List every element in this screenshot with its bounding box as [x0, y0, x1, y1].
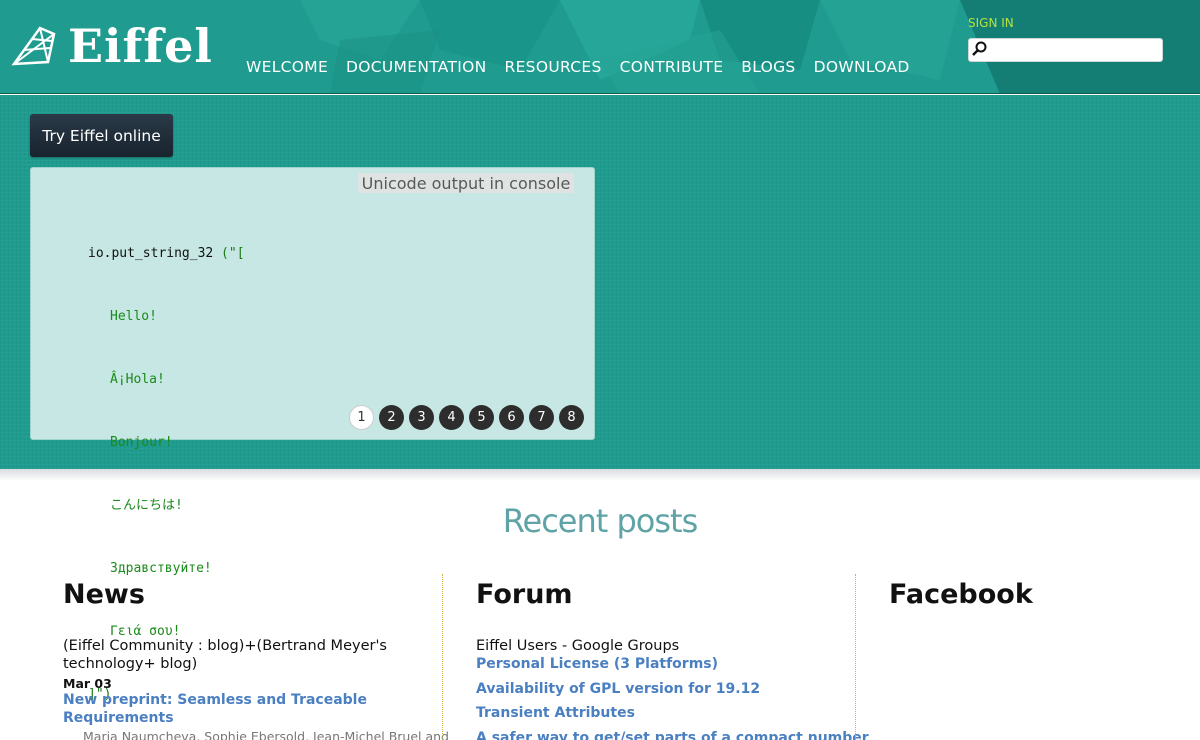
pager-button[interactable]: 3	[409, 405, 434, 430]
news-source: (Eiffel Community : blog)+(Bertrand Meye…	[63, 638, 387, 672]
logo-text: Eiffel	[68, 19, 213, 73]
search-box	[968, 38, 1163, 62]
pager-button[interactable]: 4	[439, 405, 464, 430]
pager-button[interactable]: 7	[529, 405, 554, 430]
news-date: Mar 03	[63, 676, 112, 691]
forum-post-link[interactable]: A safer way to get/set parts of a compac…	[476, 729, 869, 740]
column-divider	[855, 574, 856, 740]
hero-section: Try Eiffel online Unicode output in cons…	[0, 95, 1200, 702]
pager-button[interactable]: 6	[499, 405, 524, 430]
column-divider	[442, 574, 443, 740]
forum-column: Forum Eiffel Users - Google Groups Perso…	[476, 578, 869, 740]
eiffel-logo-icon	[11, 26, 56, 66]
nav-resources[interactable]: RESOURCES	[505, 57, 602, 77]
code-method: put_string_32	[111, 246, 214, 261]
pager-button[interactable]: 5	[469, 405, 494, 430]
search-icon	[972, 41, 987, 56]
forum-post-link[interactable]: Availability of GPL version for 19.12	[476, 680, 851, 698]
facebook-heading: Facebook	[889, 579, 1033, 610]
nav-blogs[interactable]: BLOGS	[741, 57, 795, 77]
slide-pager: 1 2 3 4 5 6 7 8	[349, 405, 584, 430]
nav-welcome[interactable]: WELCOME	[246, 57, 328, 77]
code-line: Â¡Hola!	[110, 372, 165, 387]
pager-button[interactable]: 2	[379, 405, 404, 430]
pager-button[interactable]: 8	[559, 405, 584, 430]
forum-post-link[interactable]: Personal License (3 Platforms)	[476, 655, 851, 673]
code-line: Hello!	[110, 309, 157, 324]
code-open: ("[	[213, 246, 245, 261]
news-column: News (Eiffel Community : blog)+(Bertrand…	[63, 578, 449, 740]
nav-documentation[interactable]: DOCUMENTATION	[346, 57, 486, 77]
code-line: Здравствуйте!	[110, 561, 212, 576]
code-line: Bonjour!	[110, 435, 173, 450]
sign-in-link[interactable]: SIGN IN	[968, 16, 1014, 30]
code-caption: Unicode output in console	[358, 173, 574, 193]
code-sample-panel: Unicode output in console io.put_string_…	[30, 167, 595, 702]
recent-posts-title: Recent posts	[502, 502, 699, 540]
facebook-column: Facebook	[889, 578, 1169, 612]
forum-heading: Forum	[476, 579, 573, 610]
site-header: Eiffel WELCOME DOCUMENTATION RESOURCES C…	[0, 0, 1200, 94]
main-nav: WELCOME DOCUMENTATION RESOURCES CONTRIBU…	[246, 57, 928, 77]
news-heading: News	[63, 579, 145, 610]
search-input[interactable]	[991, 41, 1159, 59]
pager-button[interactable]: 1	[349, 405, 374, 430]
hero-bottom-shadow	[0, 469, 1200, 481]
nav-contribute[interactable]: CONTRIBUTE	[620, 57, 724, 77]
try-eiffel-online-button[interactable]: Try Eiffel online	[30, 114, 173, 157]
news-authors: Maria Naumcheva, Sophie Ebersold, Jean-M…	[83, 729, 449, 740]
news-post-link[interactable]: New preprint: Seamless and Traceable Req…	[63, 691, 438, 727]
forum-source: Eiffel Users - Google Groups	[476, 638, 680, 654]
code-object: io	[88, 246, 104, 261]
nav-download[interactable]: DOWNLOAD	[814, 57, 910, 77]
forum-post-link[interactable]: Transient Attributes	[476, 704, 851, 722]
site-logo[interactable]: Eiffel	[10, 22, 213, 70]
